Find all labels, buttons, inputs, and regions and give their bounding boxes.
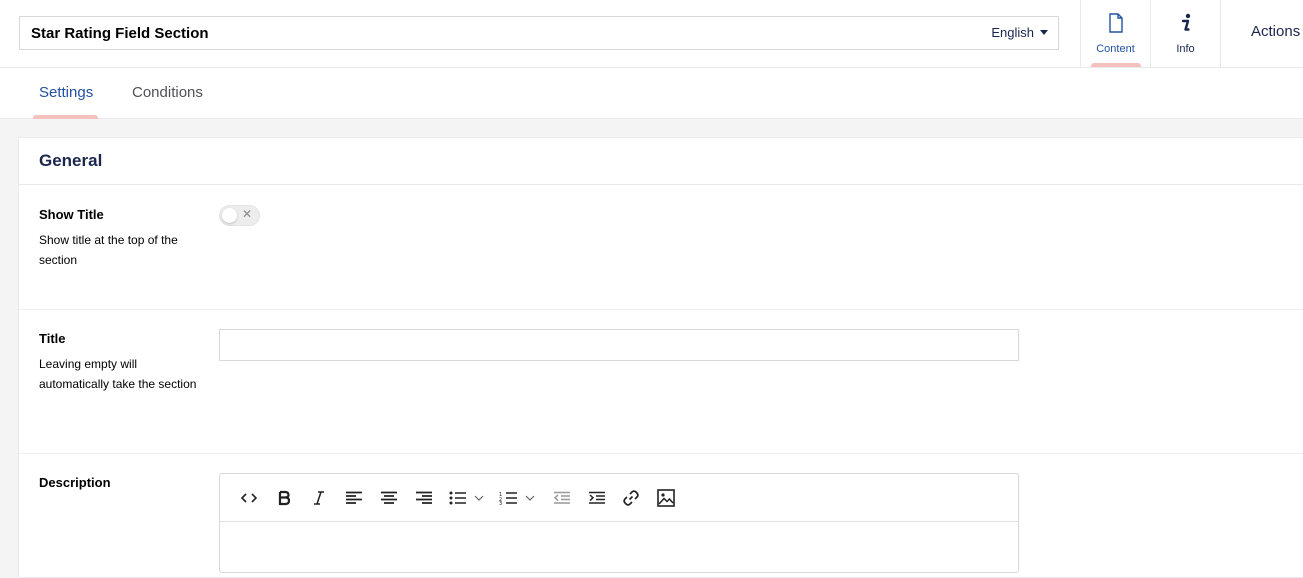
show-title-label: Show Title [39,207,104,222]
bullet-list-icon[interactable] [448,487,488,509]
align-left-icon[interactable] [342,487,366,509]
caret-down-icon[interactable] [1040,30,1048,35]
tab-settings[interactable]: Settings [39,84,93,101]
show-title-description: Show title at the top of the section [39,233,178,267]
title-input[interactable] [219,329,1019,361]
align-center-icon[interactable] [377,487,401,509]
content-tabs: Settings Conditions [0,68,1303,119]
svg-text:3: 3 [499,501,502,505]
bold-icon[interactable] [272,487,296,509]
editor-header: Star Rating Field Section English Conten… [0,0,1303,68]
property-divider [19,309,1303,310]
italic-icon[interactable] [307,487,331,509]
actions-button[interactable]: Actions [1220,0,1303,67]
toggle-knob [222,208,237,223]
document-name-field[interactable]: Star Rating Field Section English [19,16,1059,50]
app-info-button[interactable]: Info [1150,0,1220,67]
info-icon [1151,13,1220,35]
source-code-icon[interactable] [237,487,261,509]
rte-toolbar: 123 [220,474,1018,522]
title-label: Title [39,331,66,346]
app-content-button[interactable]: Content [1080,0,1150,67]
property-divider [19,453,1303,454]
active-tab-indicator [33,115,98,119]
language-label[interactable]: English [991,25,1034,40]
show-title-toggle[interactable]: ✕ [219,205,260,226]
toggle-off-icon: ✕ [242,207,253,221]
title-description: Leaving empty will automatically take th… [39,357,197,391]
description-label: Description [39,475,111,490]
description-rich-text-editor[interactable]: 123 [219,473,1019,573]
document-icon [1081,13,1150,35]
indent-icon[interactable] [585,487,609,509]
actions-label: Actions [1251,23,1301,40]
tab-conditions[interactable]: Conditions [132,84,203,101]
align-right-icon[interactable] [412,487,436,509]
group-header: General [19,138,1303,185]
app-content-label: Content [1096,43,1135,55]
document-name-value[interactable]: Star Rating Field Section [31,25,209,42]
image-icon[interactable] [654,487,678,509]
numbered-list-icon[interactable]: 123 [499,487,539,509]
app-info-label: Info [1176,43,1195,55]
language-selector[interactable]: English [991,25,1048,40]
link-icon[interactable] [619,487,643,509]
property-group-panel: General Show Title Show title at the top… [18,137,1303,578]
group-title: General [39,151,103,170]
active-app-indicator [1091,63,1141,67]
outdent-icon[interactable] [550,487,574,509]
